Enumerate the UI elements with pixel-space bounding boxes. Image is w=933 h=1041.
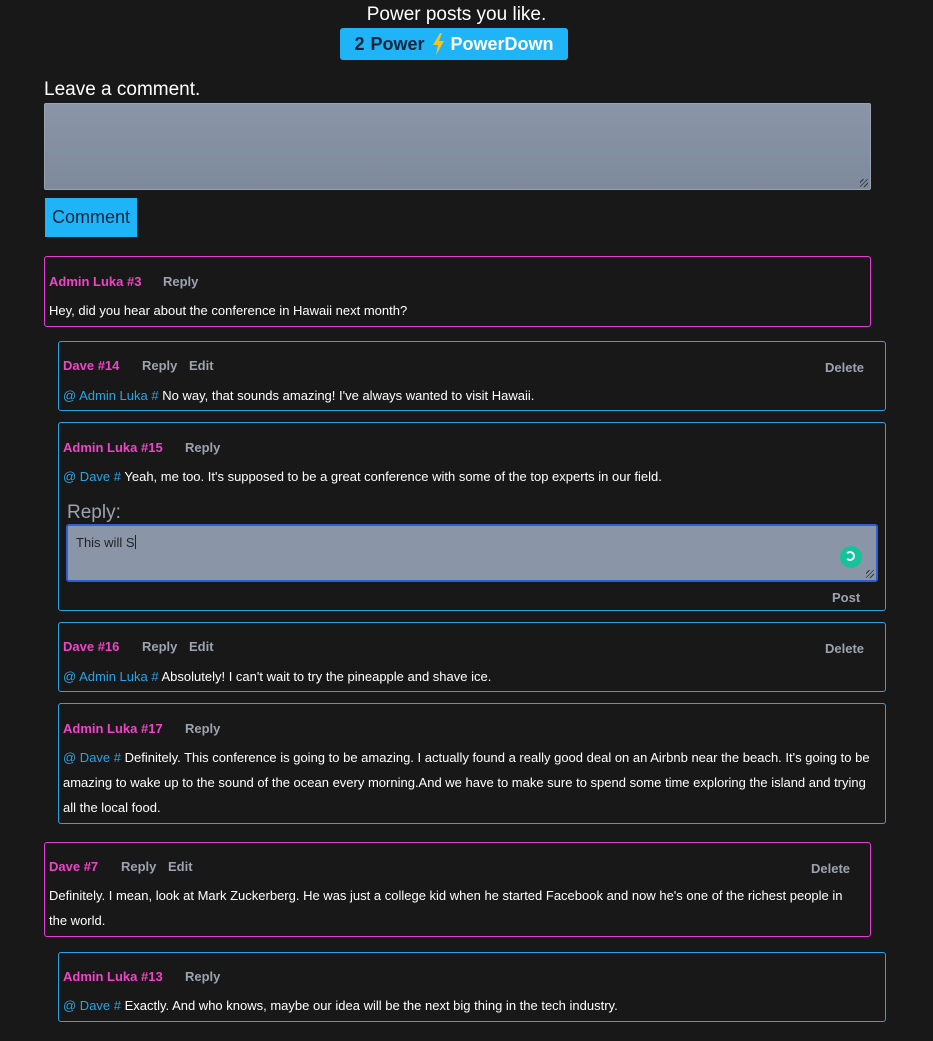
reply-button[interactable]: Reply bbox=[142, 358, 177, 373]
reply-label: Reply: bbox=[67, 502, 121, 523]
reply-input-text: This will S bbox=[76, 535, 135, 550]
comment-author[interactable]: Admin Luka #17 bbox=[63, 721, 163, 736]
mention-link[interactable]: @ Admin Luka # bbox=[63, 669, 159, 684]
delete-button[interactable]: Delete bbox=[811, 861, 850, 876]
power-label: Power bbox=[370, 33, 425, 54]
comment-author[interactable]: Dave #14 bbox=[63, 358, 119, 373]
comment-card: Dave #14 Reply Edit Delete @ Admin Luka … bbox=[58, 341, 886, 411]
comment-author[interactable]: Admin Luka #15 bbox=[63, 440, 163, 455]
mention-link[interactable]: @ Dave # bbox=[63, 998, 121, 1013]
comment-text: @ Dave # Exactly. And who knows, maybe o… bbox=[63, 998, 618, 1013]
comment-card: Dave #7 Reply Edit Delete Definitely. I … bbox=[44, 842, 871, 937]
comment-text: Hey, did you hear about the conference i… bbox=[49, 303, 408, 318]
comment-text: @ Dave # Yeah, me too. It's supposed to … bbox=[63, 469, 662, 484]
mention-link[interactable]: @ Admin Luka # bbox=[63, 388, 159, 403]
mention-link[interactable]: @ Dave # bbox=[63, 750, 121, 765]
reply-button[interactable]: Reply bbox=[121, 859, 156, 874]
reply-button[interactable]: Reply bbox=[185, 969, 220, 984]
comment-text: @ Admin Luka # No way, that sounds amazi… bbox=[63, 388, 535, 403]
powerdown-label: PowerDown bbox=[450, 33, 554, 54]
grammarly-icon[interactable] bbox=[840, 546, 862, 568]
reply-button[interactable]: Reply bbox=[185, 721, 220, 736]
reply-button[interactable]: Reply bbox=[142, 639, 177, 654]
power-count: 2 bbox=[354, 33, 365, 54]
comment-text: @ Dave # Definitely. This conference is … bbox=[63, 750, 870, 815]
reply-button[interactable]: Reply bbox=[185, 440, 220, 455]
text-cursor bbox=[134, 535, 136, 549]
reply-textarea[interactable]: This will S bbox=[66, 524, 878, 582]
resize-handle[interactable] bbox=[860, 179, 868, 187]
comment-card: Admin Luka #13 Reply @ Dave # Exactly. A… bbox=[58, 952, 886, 1022]
comment-author[interactable]: Admin Luka #3 bbox=[49, 274, 141, 289]
comment-textarea[interactable] bbox=[44, 103, 871, 190]
edit-button[interactable]: Edit bbox=[189, 358, 214, 373]
comment-card: Admin Luka #15 Reply @ Dave # Yeah, me t… bbox=[58, 422, 886, 611]
delete-button[interactable]: Delete bbox=[825, 360, 864, 375]
resize-handle[interactable] bbox=[866, 570, 874, 578]
comment-author[interactable]: Dave #16 bbox=[63, 639, 119, 654]
comment-card: Dave #16 Reply Edit Delete @ Admin Luka … bbox=[58, 622, 886, 692]
post-button[interactable]: Post bbox=[832, 590, 860, 605]
reply-button[interactable]: Reply bbox=[163, 274, 198, 289]
mention-link[interactable]: @ Dave # bbox=[63, 469, 121, 484]
comment-author[interactable]: Admin Luka #13 bbox=[63, 969, 163, 984]
edit-button[interactable]: Edit bbox=[168, 859, 193, 874]
comment-text: @ Admin Luka # Absolutely! I can't wait … bbox=[63, 669, 492, 684]
delete-button[interactable]: Delete bbox=[825, 641, 864, 656]
lightning-bolt-icon bbox=[431, 33, 445, 55]
edit-button[interactable]: Edit bbox=[189, 639, 214, 654]
comment-text: Definitely. I mean, look at Mark Zuckerb… bbox=[49, 888, 843, 928]
comment-author[interactable]: Dave #7 bbox=[49, 859, 98, 874]
comment-card: Admin Luka #3 Reply Hey, did you hear ab… bbox=[44, 256, 871, 327]
comment-card: Admin Luka #17 Reply @ Dave # Definitely… bbox=[58, 703, 886, 824]
power-button[interactable]: 2 Power PowerDown bbox=[340, 28, 568, 60]
leave-comment-label: Leave a comment. bbox=[44, 79, 201, 100]
page-tagline: Power posts you like. bbox=[366, 4, 547, 25]
comment-button[interactable]: Comment bbox=[45, 198, 137, 237]
